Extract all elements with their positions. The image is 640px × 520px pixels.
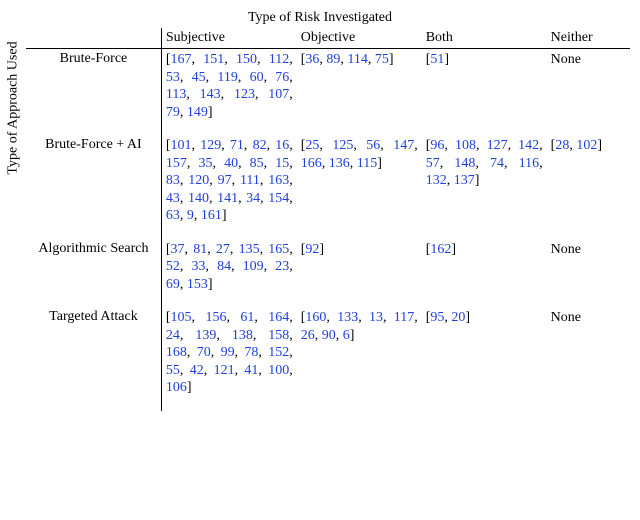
cell-neither: [28, 102] bbox=[547, 135, 630, 239]
corner-cell bbox=[26, 28, 161, 49]
row-label: Targeted Attack bbox=[26, 307, 161, 411]
cell-neither: None bbox=[547, 307, 630, 411]
cell-objective: [36, 89, 114, 75] bbox=[297, 49, 422, 136]
cell-subjective: [101, 129, 71, 82, 16, 157, 35, 40, 85, … bbox=[161, 135, 296, 239]
cell-neither: None bbox=[547, 49, 630, 136]
col-header-neither: Neither bbox=[547, 28, 630, 49]
left-axis-wrap: Type of Approach Used bbox=[4, 40, 24, 520]
cell-neither: None bbox=[547, 239, 630, 308]
cell-both: [95, 20] bbox=[422, 307, 547, 411]
cell-both: [96, 108, 127, 142, 57, 148, 74, 116, 13… bbox=[422, 135, 547, 239]
cell-subjective: [167, 151, 150, 112, 53, 45, 119, 60, 76… bbox=[161, 49, 296, 136]
col-header-subjective: Subjective bbox=[161, 28, 296, 49]
cell-subjective: [37, 81, 27, 135, 165, 52, 33, 84, 109, … bbox=[161, 239, 296, 308]
cell-both: [162] bbox=[422, 239, 547, 308]
row-label: Brute-Force + AI bbox=[26, 135, 161, 239]
row-label: Brute-Force bbox=[26, 49, 161, 136]
table-container: Type of Risk Investigated Type of Approa… bbox=[10, 10, 630, 411]
classification-table: Subjective Objective Both Neither Brute-… bbox=[26, 28, 630, 411]
cell-objective: [160, 133, 13, 117, 26, 90, 6] bbox=[297, 307, 422, 411]
cell-subjective: [105, 156, 61, 164, 24, 139, 138, 158, 1… bbox=[161, 307, 296, 411]
col-header-objective: Objective bbox=[297, 28, 422, 49]
cell-both: [51] bbox=[422, 49, 547, 136]
row-label: Algorithmic Search bbox=[26, 239, 161, 308]
cell-objective: [92] bbox=[297, 239, 422, 308]
col-header-both: Both bbox=[422, 28, 547, 49]
cell-objective: [25, 125, 56, 147, 166, 136, 115] bbox=[297, 135, 422, 239]
left-axis-title: Type of Approach Used bbox=[6, 41, 22, 174]
top-axis-title: Type of Risk Investigated bbox=[10, 10, 630, 28]
